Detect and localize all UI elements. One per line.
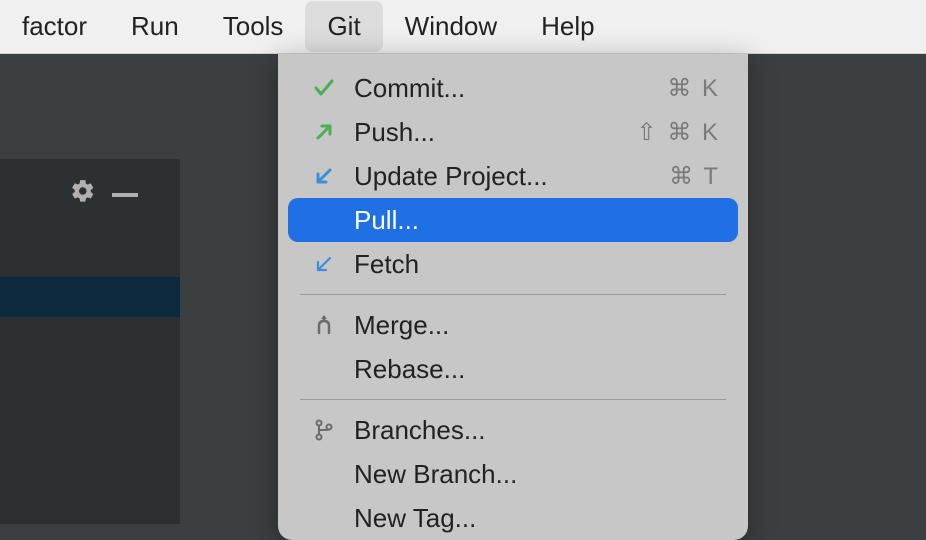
- menu-item-label: Branches...: [354, 415, 720, 446]
- menubar-item-factor[interactable]: factor: [0, 1, 109, 52]
- menu-item-push[interactable]: Push... ⇧ ⌘ K: [288, 110, 738, 154]
- menu-item-label: Update Project...: [354, 161, 653, 192]
- merge-icon: [310, 313, 338, 337]
- menu-item-pull[interactable]: Pull...: [288, 198, 738, 242]
- menu-separator: [300, 294, 726, 295]
- menu-item-label: Rebase...: [354, 354, 720, 385]
- menubar-item-tools[interactable]: Tools: [201, 1, 306, 52]
- gear-icon[interactable]: [70, 178, 96, 209]
- menu-item-rebase[interactable]: Rebase...: [288, 347, 738, 391]
- menu-item-label: Fetch: [354, 249, 720, 280]
- arrow-down-left-icon: [310, 164, 338, 188]
- menubar-item-run[interactable]: Run: [109, 1, 201, 52]
- menu-item-shortcut: ⌘ K: [667, 74, 720, 103]
- toolbar-right-controls: [70, 178, 138, 209]
- check-icon: [310, 76, 338, 100]
- menubar-item-help[interactable]: Help: [519, 1, 616, 52]
- arrow-down-left-outline-icon: [310, 252, 338, 276]
- arrow-up-right-icon: [310, 120, 338, 144]
- menu-item-merge[interactable]: Merge...: [288, 303, 738, 347]
- menu-item-fetch[interactable]: Fetch: [288, 242, 738, 286]
- menu-item-shortcut: ⌘ T: [669, 162, 720, 191]
- branch-icon: [310, 418, 338, 442]
- menu-item-label: New Tag...: [354, 503, 720, 534]
- menubar-item-git[interactable]: Git: [305, 1, 382, 52]
- menubar-item-window[interactable]: Window: [383, 1, 519, 52]
- menu-item-label: Commit...: [354, 73, 651, 104]
- sidebar-selection: [0, 277, 180, 317]
- menu-separator: [300, 399, 726, 400]
- menubar: factorRunToolsGitWindowHelp: [0, 0, 926, 54]
- menu-item-shortcut: ⇧ ⌘ K: [637, 118, 720, 147]
- minimize-icon[interactable]: [112, 191, 138, 197]
- menu-item-commit[interactable]: Commit... ⌘ K: [288, 66, 738, 110]
- menu-item-label: Push...: [354, 117, 621, 148]
- menu-item-update-project[interactable]: Update Project... ⌘ T: [288, 154, 738, 198]
- menu-item-label: Pull...: [354, 205, 720, 236]
- menu-item-label: Merge...: [354, 310, 720, 341]
- menu-item-new-tag[interactable]: New Tag...: [288, 496, 738, 540]
- sidebar: [0, 159, 180, 524]
- menu-item-label: New Branch...: [354, 459, 720, 490]
- git-menu-dropdown: Commit... ⌘ K Push... ⇧ ⌘ K Update Project..…: [278, 54, 748, 540]
- menu-item-branches[interactable]: Branches...: [288, 408, 738, 452]
- menu-item-new-branch[interactable]: New Branch...: [288, 452, 738, 496]
